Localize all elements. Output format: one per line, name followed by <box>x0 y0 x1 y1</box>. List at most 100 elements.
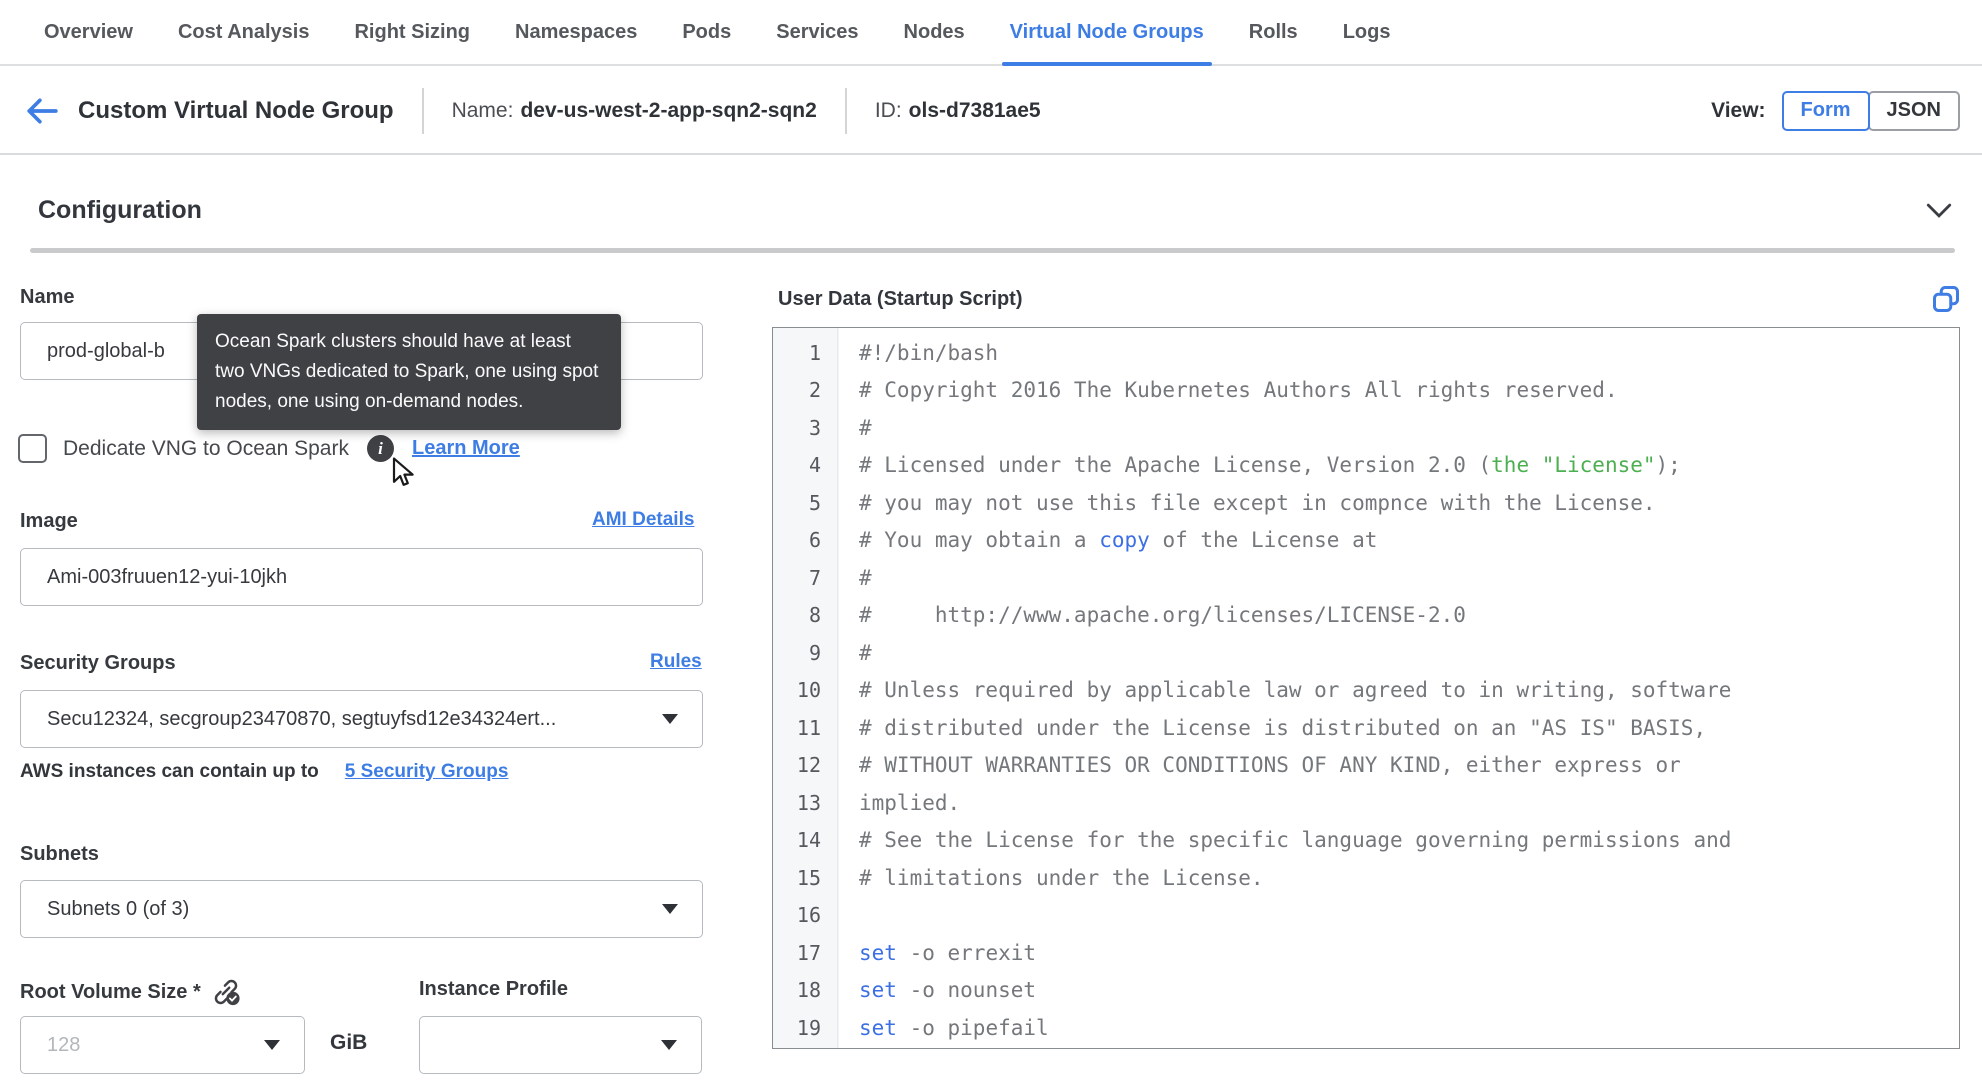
tab-virtual-node-groups[interactable]: Virtual Node Groups <box>1001 0 1212 66</box>
five-security-groups-link[interactable]: 5 Security Groups <box>345 761 509 783</box>
line-number: 8 <box>808 603 821 628</box>
line-number: 9 <box>808 640 821 665</box>
section-title: Configuration <box>38 196 202 224</box>
tab-cost-analysis[interactable]: Cost Analysis <box>178 0 310 64</box>
caret-down-icon <box>662 904 678 914</box>
code-line-text: implied. <box>859 790 961 815</box>
subnets-value: Subnets 0 (of 3) <box>47 897 190 920</box>
rules-link[interactable]: Rules <box>650 651 702 673</box>
caret-down-icon <box>661 1040 677 1050</box>
link-check-icon[interactable] <box>211 978 241 1006</box>
vng-name-value: dev-us-west-2-app-sqn2-sqn2 <box>520 98 817 122</box>
code-line-text: # limitations under the License. <box>859 865 1264 890</box>
code-line: 9 # <box>773 634 1959 672</box>
code-line: 13 implied. <box>773 784 1959 822</box>
name-field-label: Name <box>20 286 75 308</box>
code-line-text: # <box>859 640 872 665</box>
code-line: 6 # You may obtain a copy of the License … <box>773 522 1959 560</box>
configuration-section-header[interactable]: Configuration <box>38 196 1952 225</box>
root-volume-size-select[interactable]: 128 <box>20 1016 305 1074</box>
tab-right-sizing[interactable]: Right Sizing <box>354 0 470 64</box>
tab-rolls[interactable]: Rolls <box>1249 0 1298 64</box>
learn-more-link[interactable]: Learn More <box>412 437 520 460</box>
tab-pods[interactable]: Pods <box>682 0 731 64</box>
security-groups-value: Secu12324, secgroup23470870, segtuyfsd12… <box>47 707 557 730</box>
arrow-left-icon <box>27 98 58 123</box>
vng-name-label: Name: <box>451 98 514 122</box>
line-number: 5 <box>808 490 821 515</box>
code-line: 12 # WITHOUT WARRANTIES OR CONDITIONS OF … <box>773 747 1959 785</box>
code-line: 5 # you may not use this file except in c… <box>773 484 1959 522</box>
security-groups-label: Security Groups <box>20 652 176 674</box>
chevron-down-icon[interactable] <box>1926 203 1952 218</box>
section-divider <box>30 248 1955 253</box>
dedicate-vng-label: Dedicate VNG to Ocean Spark <box>63 436 349 460</box>
user-data-editor[interactable]: 1 #!/bin/bash 2 # Copyright 2016 The Kubern… <box>772 327 1960 1049</box>
copy-button[interactable] <box>1928 281 1964 317</box>
tab-bar: Overview Cost Analysis Right Sizing Namespa… <box>0 0 1982 66</box>
subnets-label: Subnets <box>20 843 99 865</box>
line-number: 10 <box>796 678 821 703</box>
tab-logs[interactable]: Logs <box>1343 0 1391 64</box>
code-line: 14 # See the License for the specific lan… <box>773 822 1959 860</box>
dedicate-vng-row: Dedicate VNG to Ocean Spark i Learn More <box>18 434 520 463</box>
code-line: 3 # <box>773 409 1959 447</box>
view-form-button[interactable]: Form <box>1781 90 1870 131</box>
security-groups-select[interactable]: Secu12324, secgroup23470870, segtuyfsd12… <box>20 690 703 748</box>
back-button[interactable] <box>22 93 62 129</box>
line-number: 18 <box>796 978 821 1003</box>
code-line: 18 set -o nounset <box>773 972 1959 1010</box>
code-line-text: # Unless required by applicable law or a… <box>859 678 1732 703</box>
root-volume-size-label-text: Root Volume Size * <box>20 980 201 1003</box>
copy-icon <box>1932 285 1959 312</box>
line-number: 12 <box>796 753 821 778</box>
code-line: 7 # <box>773 559 1959 597</box>
view-label: View: <box>1711 98 1766 122</box>
line-number: 2 <box>808 378 821 403</box>
ami-details-link[interactable]: AMI Details <box>592 509 694 531</box>
vng-id: ID: ols-d7381ae5 <box>875 99 1041 123</box>
line-number: 19 <box>796 1015 821 1040</box>
instance-profile-select[interactable] <box>419 1016 702 1074</box>
page-header: Custom Virtual Node Group Name: dev-us-we… <box>0 68 1982 155</box>
code-line-text: # WITHOUT WARRANTIES OR CONDITIONS OF AN… <box>859 753 1681 778</box>
mouse-cursor <box>392 457 414 486</box>
code-line-text: # <box>859 415 872 440</box>
view-json-button[interactable]: JSON <box>1867 90 1960 131</box>
code-line: 11 # distributed under the License is dis… <box>773 709 1959 747</box>
root-volume-size-label: Root Volume Size * <box>20 978 241 1006</box>
code-line-text: # http://www.apache.org/licenses/LICENSE… <box>859 603 1466 628</box>
vng-id-label: ID: <box>874 98 902 122</box>
code-line: 10 # Unless required by applicable law or… <box>773 672 1959 710</box>
user-data-label: User Data (Startup Script) <box>778 288 1023 310</box>
subnets-select[interactable]: Subnets 0 (of 3) <box>20 880 703 938</box>
tab-namespaces[interactable]: Namespaces <box>515 0 637 64</box>
tab-nodes[interactable]: Nodes <box>904 0 965 64</box>
code-line-text: # <box>859 565 872 590</box>
image-field-label: Image <box>20 510 78 532</box>
code-line-text: # distributed under the License is distr… <box>859 715 1707 740</box>
security-groups-hint: AWS instances can contain up to 5 Securi… <box>20 761 508 783</box>
code-line-text: set -o nounset <box>859 978 1037 1003</box>
virtual-node-group-page: Overview Cost Analysis Right Sizing Namespa… <box>0 0 1982 1090</box>
line-number: 6 <box>808 528 821 553</box>
line-number: 13 <box>796 790 821 815</box>
tab-overview[interactable]: Overview <box>44 0 133 64</box>
view-toggle: Form JSON <box>1781 90 1960 131</box>
code-line: 15 # limitations under the License. <box>773 859 1959 897</box>
header-divider <box>421 87 424 134</box>
code-line-text: # See the License for the specific langu… <box>859 828 1732 853</box>
line-number: 17 <box>796 940 821 965</box>
caret-down-icon <box>662 714 678 724</box>
code-line: 4 # Licensed under the Apache License, Ve… <box>773 447 1959 485</box>
line-number: 4 <box>808 453 821 478</box>
dedicate-vng-checkbox[interactable] <box>18 434 47 463</box>
code-line-text: # Copyright 2016 The Kubernetes Authors … <box>859 378 1618 403</box>
image-input[interactable] <box>20 548 703 606</box>
vng-name: Name: dev-us-west-2-app-sqn2-sqn2 <box>452 99 817 123</box>
tab-services[interactable]: Services <box>776 0 858 64</box>
code-line: 19 set -o pipefail <box>773 1009 1959 1047</box>
code-line: 8 # http://www.apache.org/licenses/LICENS… <box>773 597 1959 635</box>
line-number: 14 <box>796 828 821 853</box>
code-line: 1 #!/bin/bash <box>773 334 1959 372</box>
